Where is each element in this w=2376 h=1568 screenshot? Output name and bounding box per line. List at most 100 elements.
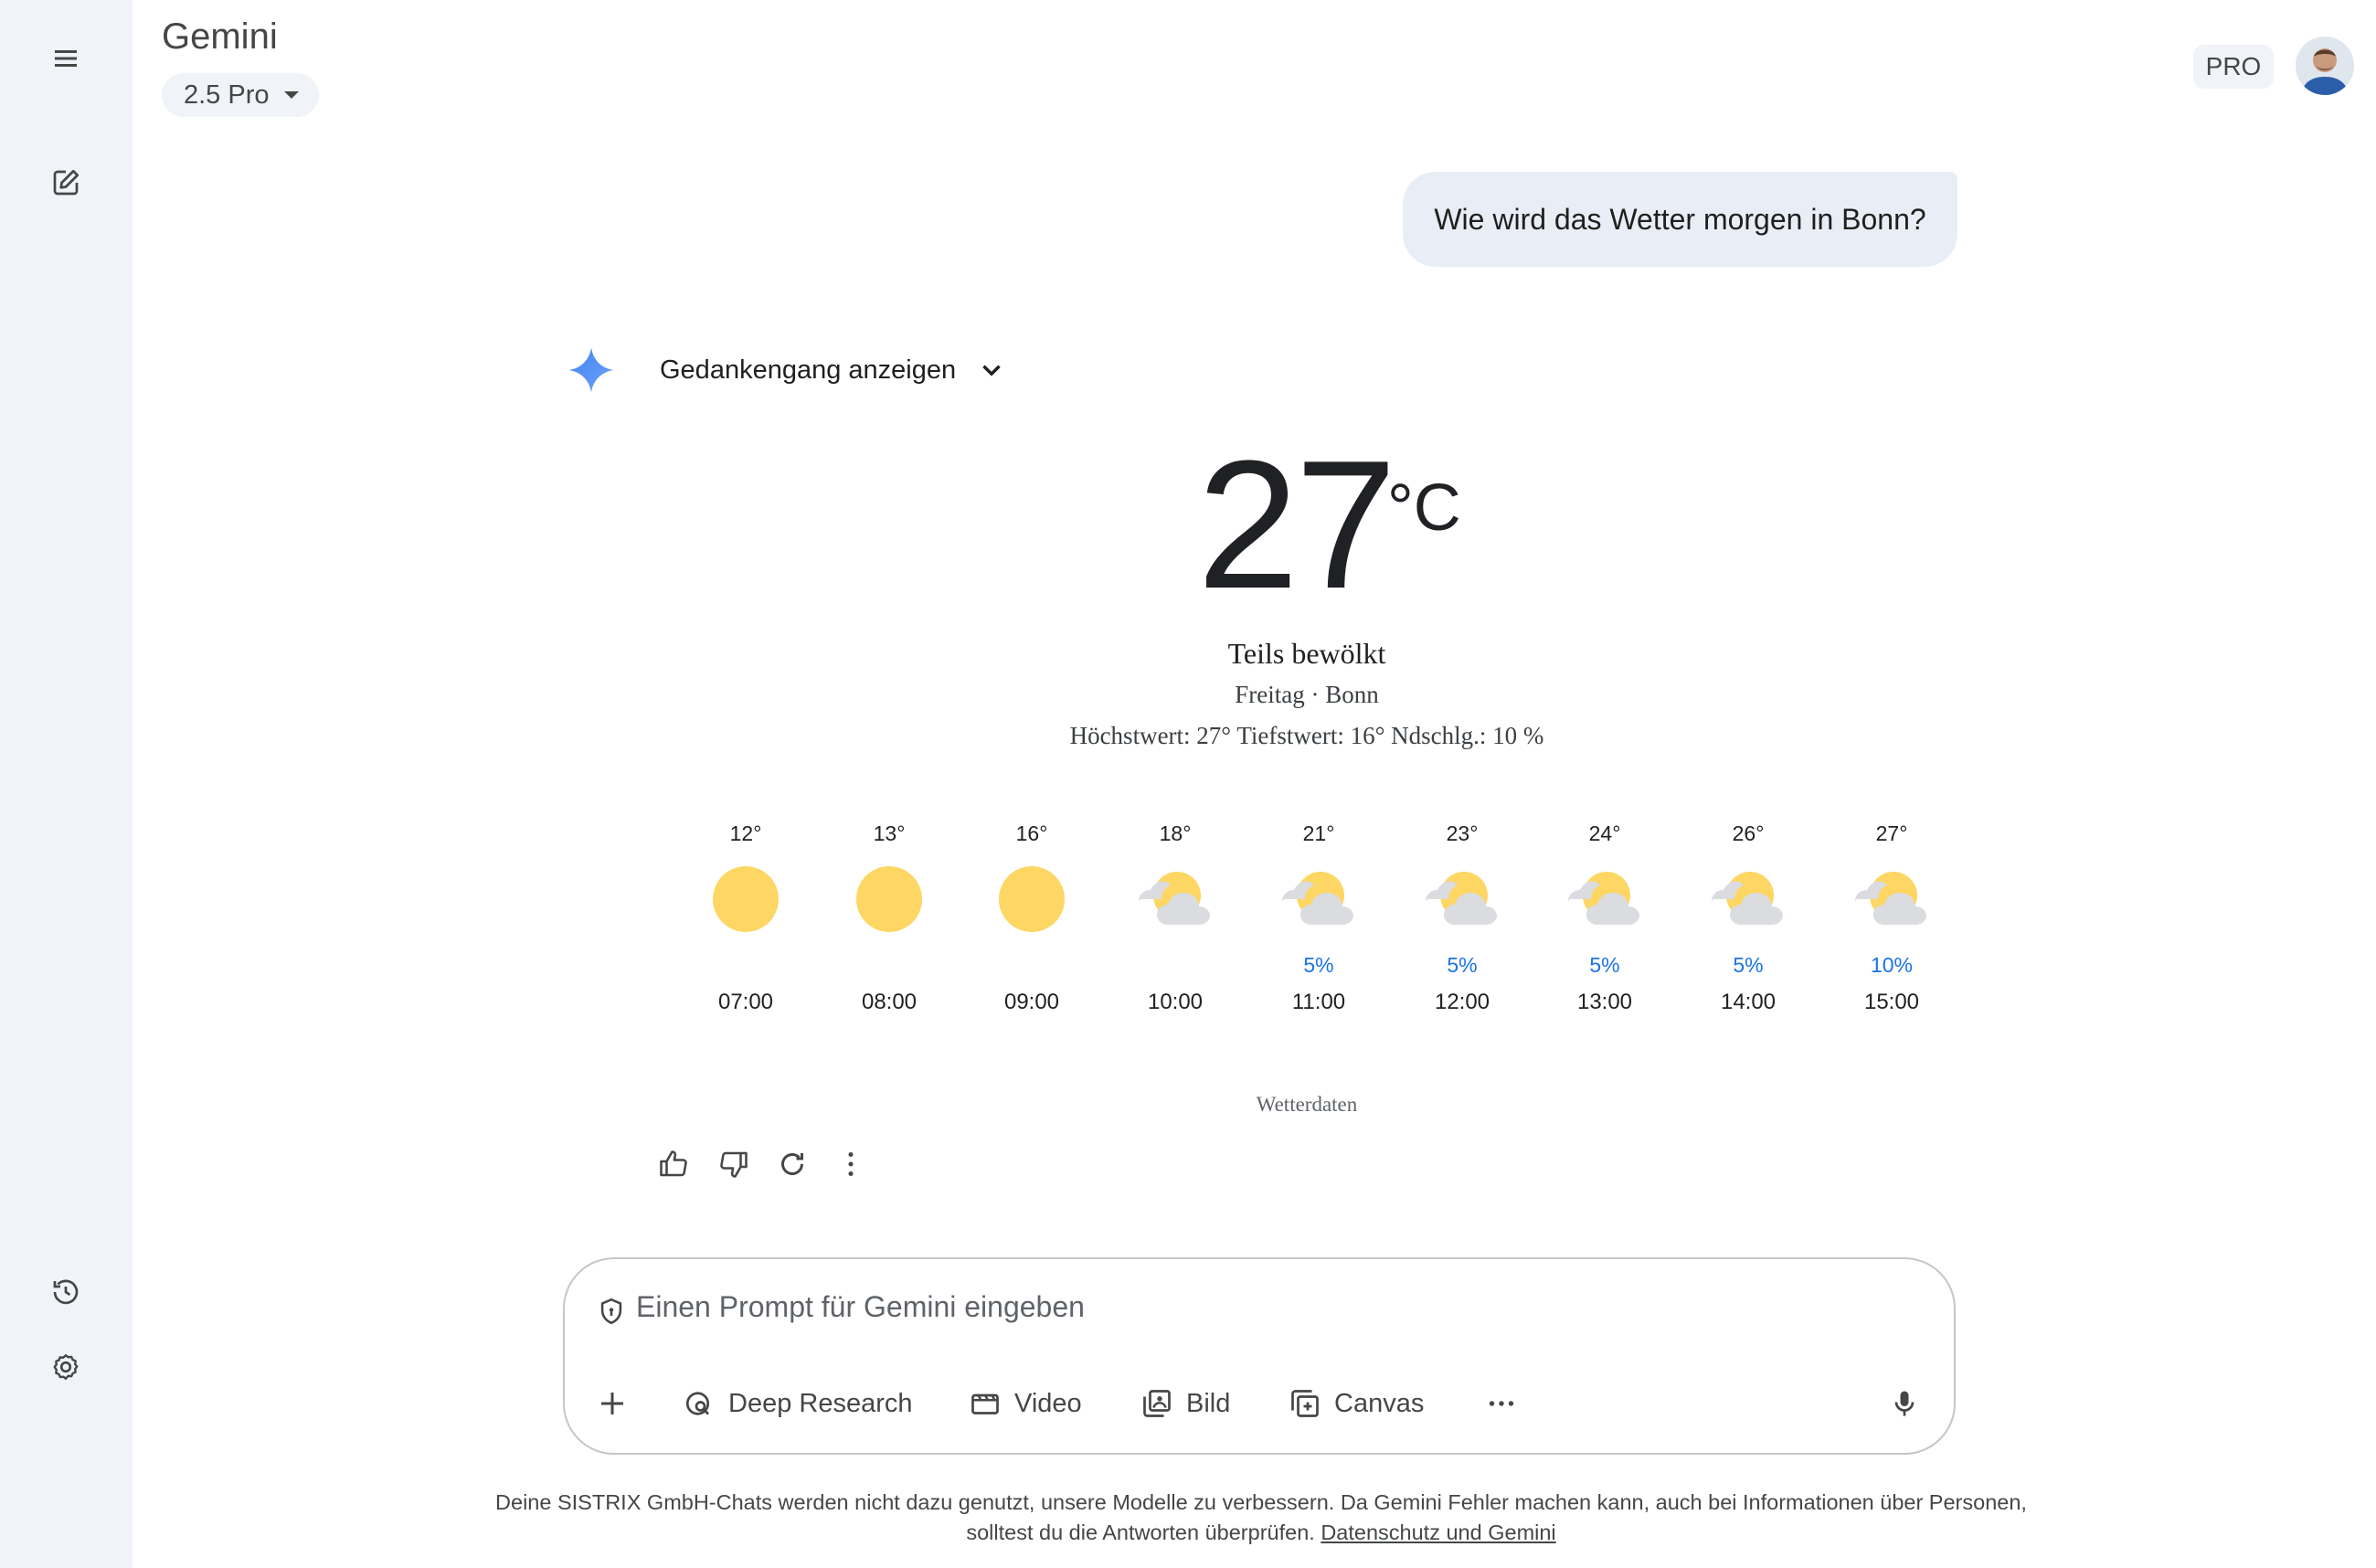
partly-cloudy-icon: [1282, 872, 1353, 925]
hour-time: 13:00: [1576, 990, 1633, 1014]
weather-icon: [1545, 849, 1664, 949]
weather-icon: [972, 849, 1091, 949]
deep-research-icon: [685, 1392, 710, 1415]
weather-stats: Höchstwert: 27° Tiefstwert: 16° Ndschlg.…: [1069, 722, 1544, 749]
partly-cloudy-icon: [1568, 872, 1639, 925]
weather-icon: [686, 849, 805, 949]
hour-time: 12:00: [1434, 990, 1490, 1014]
hour-precipitation: [686, 953, 805, 980]
thinking-row: Gedankengang anzeigen: [567, 345, 1007, 395]
hour-time: 10:00: [1147, 990, 1204, 1014]
hour-precipitation: [972, 953, 1091, 980]
settings-button[interactable]: [37, 1338, 95, 1396]
hourly-forecast-item: 13° 08:00: [830, 821, 949, 1015]
menu-icon: [55, 50, 77, 67]
add-attachment-button[interactable]: [596, 1380, 629, 1427]
partly-cloudy-icon: [1712, 872, 1783, 925]
hour-time: 11:00: [1291, 990, 1346, 1014]
caret-down-icon: [283, 91, 299, 99]
deep-research-button[interactable]: Deep Research: [683, 1380, 913, 1427]
regenerate-button[interactable]: [774, 1146, 811, 1182]
settings-icon: [53, 1354, 79, 1380]
sunny-icon: [713, 866, 779, 932]
canvas-button[interactable]: Canvas: [1289, 1380, 1424, 1427]
hour-precipitation: 5%: [1589, 953, 1620, 977]
weather-icon: [1259, 849, 1378, 949]
image-button[interactable]: Bild: [1140, 1380, 1230, 1427]
model-selector[interactable]: 2.5 Pro: [162, 73, 319, 117]
model-selector-label: 2.5 Pro: [184, 79, 270, 110]
partly-cloudy-icon: [1139, 872, 1210, 925]
hourly-forecast-item: 21° 5% 11:00: [1259, 821, 1378, 1015]
activity-button[interactable]: [37, 1263, 95, 1321]
weather-day-location: Freitag · Bonn: [1235, 681, 1379, 708]
user-message-bubble: Wie wird das Wetter morgen in Bonn?: [1403, 172, 1957, 267]
hour-precipitation: 5%: [1733, 953, 1764, 977]
thumbs-down-icon: [720, 1151, 748, 1178]
hour-time: 15:00: [1863, 990, 1920, 1014]
sidebar: [0, 0, 133, 1568]
weather-condition: Teils bewölkt: [1227, 637, 1386, 670]
hour-temperature: 12°: [729, 821, 762, 845]
thumbs-up-button[interactable]: [655, 1146, 692, 1182]
more-vert-icon: [848, 1151, 854, 1177]
new-chat-icon: [53, 169, 80, 196]
temperature-unit: °C: [1387, 471, 1461, 545]
hour-precipitation: [1116, 953, 1235, 980]
hour-temperature: 27°: [1875, 821, 1908, 845]
hour-temperature: 21°: [1302, 821, 1335, 845]
new-chat-button[interactable]: [37, 154, 95, 212]
hour-temperature: 16°: [1015, 821, 1048, 845]
image-label: Bild: [1186, 1388, 1231, 1418]
image-icon: [1143, 1390, 1171, 1417]
pro-badge[interactable]: PRO: [2193, 45, 2274, 89]
hour-time: 09:00: [1003, 990, 1060, 1014]
hourly-forecast-item: 23° 5% 12:00: [1403, 821, 1522, 1015]
sunny-icon: [856, 866, 922, 932]
hour-time: 14:00: [1720, 990, 1777, 1014]
hour-temperature: 26°: [1732, 821, 1765, 845]
hour-precipitation: 10%: [1870, 953, 1914, 977]
main-menu-button[interactable]: [37, 29, 95, 88]
hour-time: 08:00: [861, 990, 918, 1014]
hour-temperature: 23°: [1446, 821, 1479, 845]
weather-icon: [1832, 849, 1951, 949]
hour-temperature: 18°: [1159, 821, 1192, 845]
hourly-forecast-item: 12° 07:00: [686, 821, 805, 1015]
microphone-button[interactable]: [1888, 1380, 1921, 1427]
more-tools-button[interactable]: [1485, 1380, 1518, 1427]
weather-icon: [1403, 849, 1522, 949]
hourly-forecast-item: 26° 5% 14:00: [1689, 821, 1808, 1015]
activity-icon: [53, 1279, 79, 1305]
current-temperature: 27: [1197, 423, 1396, 627]
canvas-label: Canvas: [1334, 1388, 1425, 1418]
hour-precipitation: [830, 953, 949, 980]
hour-precipitation: 5%: [1447, 953, 1478, 977]
weather-icon: [830, 849, 949, 949]
microphone-icon: [1894, 1391, 1915, 1416]
partly-cloudy-icon: [1426, 872, 1497, 925]
user-message-text: Wie wird das Wetter morgen in Bonn?: [1434, 202, 1926, 236]
prompt-input[interactable]: [636, 1290, 1824, 1324]
footer-text: Deine SISTRIX GmbH-Chats werden nicht da…: [495, 1490, 2027, 1544]
hourly-forecast-item: 27° 10% 15:00: [1832, 821, 1951, 1015]
thumbs-up-icon: [660, 1150, 687, 1177]
hourly-forecast-item: 24° 5% 13:00: [1545, 821, 1664, 1015]
chevron-down-icon[interactable]: [976, 355, 1007, 386]
hour-temperature: 24°: [1588, 821, 1621, 845]
hour-time: 07:00: [717, 990, 774, 1014]
hour-precipitation: 5%: [1303, 953, 1334, 977]
user-avatar-image: [2296, 37, 2354, 95]
more-options-button[interactable]: [833, 1146, 869, 1182]
sunny-icon: [999, 866, 1065, 932]
hourly-forecast-item: 16° 09:00: [972, 821, 1091, 1015]
plus-icon: [601, 1393, 623, 1414]
partly-cloudy-icon: [1855, 872, 1926, 925]
gemini-sparkle-icon: [568, 347, 614, 393]
privacy-link[interactable]: Datenschutz und Gemini: [1321, 1520, 1555, 1544]
avatar[interactable]: [2296, 37, 2354, 95]
show-thinking-toggle[interactable]: Gedankengang anzeigen: [660, 355, 956, 386]
video-button[interactable]: Video: [969, 1380, 1082, 1427]
footer-disclaimer: Deine SISTRIX GmbH-Chats werden nicht da…: [475, 1488, 2047, 1548]
thumbs-down-button[interactable]: [716, 1146, 752, 1182]
